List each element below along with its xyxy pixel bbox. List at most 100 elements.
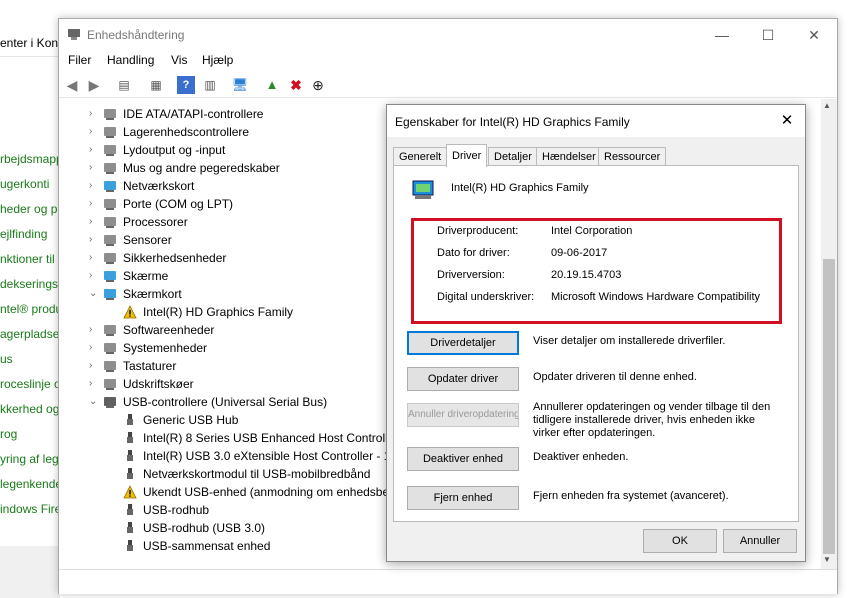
dialog-titlebar[interactable]: Egenskaber for Intel(R) HD Graphics Fami… <box>387 105 805 137</box>
tab-events[interactable]: Hændelser <box>536 147 602 166</box>
maximize-icon[interactable]: ☐ <box>753 25 783 45</box>
tree-item-label: Intel(R) USB 3.0 eXtensible Host Control… <box>143 449 401 463</box>
usb-plug-icon <box>123 413 137 427</box>
chevron-down-icon[interactable]: ⌄ <box>89 393 99 411</box>
chevron-right-icon[interactable]: › <box>89 159 99 177</box>
background-address-bar[interactable]: enter i Kont <box>0 30 62 57</box>
driver-details-button[interactable]: Driverdetaljer <box>407 331 519 355</box>
action-description: Fjern enheden fra systemet (avanceret). <box>533 490 729 502</box>
scan-hardware-icon[interactable]: 🖥 <box>231 76 249 94</box>
toolbar: ◀ ▶ ▤ ▦ ? ▥ 🖥 ▲ ✖ ⊕ <box>59 73 837 98</box>
status-bar <box>59 569 837 594</box>
background-link[interactable]: legenkende <box>0 477 62 491</box>
tree-item-label: Intel(R) 8 Series USB Enhanced Host Cont… <box>143 431 399 445</box>
background-link[interactable]: dekseringsi <box>0 277 61 291</box>
update-driver-button[interactable]: Opdater driver <box>407 367 519 391</box>
background-link[interactable]: heder og p <box>0 202 57 216</box>
help-icon[interactable]: ? <box>177 76 195 94</box>
cancel-button[interactable]: Annuller <box>723 529 797 553</box>
background-link[interactable]: indows Fire <box>0 502 61 516</box>
background-link[interactable]: yring af leg <box>0 452 59 466</box>
dialog-close-icon[interactable]: ✕ <box>775 111 799 131</box>
background-link[interactable]: ejlfinding <box>0 227 47 241</box>
chevron-right-icon[interactable]: › <box>89 105 99 123</box>
minimize-icon[interactable]: — <box>707 25 737 45</box>
menu-help[interactable]: Hjælp <box>202 53 233 67</box>
chevron-down-icon[interactable]: ⌄ <box>89 285 99 303</box>
driver-info-value: Intel Corporation <box>551 225 633 237</box>
tree-item-label: Lagerenhedscontrollere <box>123 125 250 139</box>
warning-icon <box>123 485 137 499</box>
menu-view[interactable]: Vis <box>171 53 187 67</box>
close-icon[interactable]: ✕ <box>799 25 829 45</box>
keyboard-icon <box>103 359 117 373</box>
chevron-right-icon[interactable]: › <box>89 123 99 141</box>
rollback-driver-button[interactable]: Annuller driveropdatering <box>407 403 519 427</box>
forward-arrow-icon[interactable]: ▶ <box>85 76 103 94</box>
tab-general[interactable]: Generelt <box>393 147 448 166</box>
action-description: Viser detaljer om installerede driverfil… <box>533 335 726 347</box>
list-view-icon[interactable]: ▦ <box>147 76 165 94</box>
chevron-right-icon[interactable]: › <box>89 357 99 375</box>
chevron-right-icon[interactable]: › <box>89 231 99 249</box>
uninstall-icon[interactable]: ✖ <box>287 76 305 94</box>
storage-controller-icon <box>103 125 117 139</box>
background-address-text: enter i Kont <box>0 36 62 50</box>
chevron-right-icon[interactable]: › <box>89 213 99 231</box>
menu-file[interactable]: Filer <box>68 53 91 67</box>
update-driver-icon[interactable]: ▲ <box>263 76 281 94</box>
background-link[interactable]: ntel® produ <box>0 302 62 316</box>
background-link[interactable]: rog <box>0 427 17 441</box>
background-link[interactable]: us <box>0 352 13 366</box>
tree-item-label: USB-sammensat enhed <box>143 539 271 553</box>
menu-action[interactable]: Handling <box>107 53 154 67</box>
tab-resources[interactable]: Ressourcer <box>598 147 667 166</box>
chevron-right-icon[interactable]: › <box>89 195 99 213</box>
network-adapter-icon <box>103 179 117 193</box>
chevron-right-icon[interactable]: › <box>89 321 99 339</box>
system-device-icon <box>103 341 117 355</box>
tree-item-label: Porte (COM og LPT) <box>123 197 234 211</box>
background-link[interactable]: kkerhed og <box>0 402 59 416</box>
background-link[interactable]: ugerkonti <box>0 177 49 191</box>
chevron-right-icon[interactable]: › <box>89 141 99 159</box>
scroll-down-icon[interactable]: ▼ <box>823 555 831 564</box>
driver-info-value: 20.19.15.4703 <box>551 269 622 281</box>
back-arrow-icon[interactable]: ◀ <box>63 76 81 94</box>
scroll-up-icon[interactable]: ▲ <box>823 101 831 110</box>
driver-info-label: Driverversion: <box>437 269 505 281</box>
details-view-icon[interactable]: ▥ <box>201 76 219 94</box>
chevron-right-icon[interactable]: › <box>89 267 99 285</box>
tree-item-label: IDE ATA/ATAPI-controllere <box>123 107 264 121</box>
action-description: Opdater driveren til denne enhed. <box>533 371 697 383</box>
chevron-right-icon[interactable]: › <box>89 339 99 357</box>
tab-details[interactable]: Detaljer <box>488 147 538 166</box>
display-adapter-icon <box>412 180 434 199</box>
ok-button[interactable]: OK <box>643 529 717 553</box>
tree-item-label: Ukendt USB-enhed (anmodning om enhedsbe <box>143 485 390 499</box>
tree-item-label: Processorer <box>123 215 188 229</box>
usb-plug-icon <box>123 521 137 535</box>
scrollbar-thumb[interactable] <box>823 259 835 554</box>
port-icon <box>103 197 117 211</box>
disable-icon[interactable]: ⊕ <box>309 76 327 94</box>
tree-item-label: Generic USB Hub <box>143 413 239 427</box>
properties-sheet-icon[interactable]: ▤ <box>115 76 133 94</box>
chevron-right-icon[interactable]: › <box>89 177 99 195</box>
tree-item-label: USB-controllere (Universal Serial Bus) <box>123 395 328 409</box>
background-link[interactable]: agerpladser <box>0 327 63 341</box>
background-link[interactable]: nktioner til <box>0 252 55 266</box>
tab-driver[interactable]: Driver <box>446 144 488 167</box>
disable-device-button[interactable]: Deaktiver enhed <box>407 447 519 471</box>
usb-plug-icon <box>123 539 137 553</box>
uninstall-device-button[interactable]: Fjern enhed <box>407 486 519 510</box>
chevron-right-icon[interactable]: › <box>89 249 99 267</box>
menu-bar: Filer Handling Vis Hjælp <box>59 49 837 71</box>
chevron-right-icon[interactable]: › <box>89 375 99 393</box>
usb-icon <box>103 395 117 409</box>
driver-info-label: Digital underskriver: <box>437 291 535 303</box>
background-link[interactable]: rbejdsmapp <box>0 152 63 166</box>
tree-item-label: USB-rodhub (USB 3.0) <box>143 521 266 535</box>
properties-dialog: Egenskaber for Intel(R) HD Graphics Fami… <box>386 104 806 562</box>
device-manager-titlebar[interactable]: Enhedshåndtering — ☐ ✕ <box>59 19 837 49</box>
